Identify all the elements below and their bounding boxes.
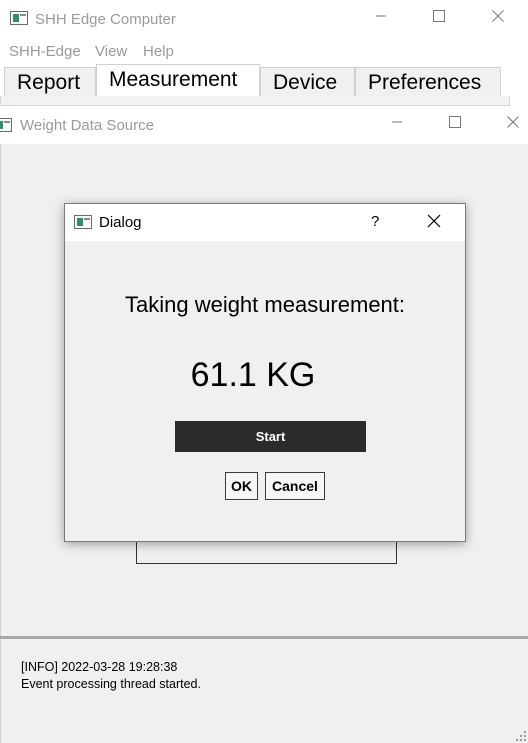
log-line: Event processing thread started.: [21, 677, 201, 691]
main-titlebar: SHH Edge Computer: [0, 0, 528, 38]
tab-panel-edge: [0, 96, 510, 106]
close-icon[interactable]: [483, 8, 513, 28]
tab-report[interactable]: Report: [4, 67, 96, 99]
app-icon: [10, 11, 28, 25]
menu-shh-edge[interactable]: SHH-Edge: [9, 43, 81, 60]
dialog-close-icon[interactable]: [427, 214, 441, 233]
weight-value: 61.1 KG: [190, 356, 316, 394]
menu-help[interactable]: Help: [143, 43, 174, 60]
sub-window-title: Weight Data Source: [20, 117, 154, 134]
sub-window-titlebar: Weight Data Source: [0, 106, 528, 144]
measurement-message: Taking weight measurement:: [124, 292, 406, 317]
tab-measurement[interactable]: Measurement: [96, 64, 260, 100]
main-window-title: SHH Edge Computer: [35, 11, 176, 28]
sub-minimize-icon[interactable]: [382, 114, 412, 134]
start-button[interactable]: Start: [175, 421, 366, 452]
tab-device[interactable]: Device: [260, 67, 355, 99]
dialog-icon: [74, 215, 92, 229]
tab-bar: Report Measurement Device Preferences: [0, 64, 528, 100]
menubar: SHH-Edge View Help: [0, 38, 528, 64]
resize-grip[interactable]: [514, 729, 526, 741]
log-line: [INFO] 2022-03-28 19:28:38: [21, 660, 178, 674]
sub-close-icon[interactable]: [498, 114, 528, 134]
sub-maximize-icon[interactable]: [440, 114, 470, 134]
menu-view[interactable]: View: [95, 43, 127, 60]
cancel-button[interactable]: Cancel: [265, 472, 325, 500]
dialog-title: Dialog: [99, 214, 142, 231]
help-icon[interactable]: ?: [371, 213, 379, 230]
ok-button[interactable]: OK: [225, 472, 258, 500]
log-panel: [INFO] 2022-03-28 19:28:38 Event process…: [1, 639, 528, 743]
maximize-icon[interactable]: [424, 8, 454, 28]
tab-preferences[interactable]: Preferences: [355, 67, 501, 99]
dialog-titlebar: Dialog ?: [65, 204, 465, 241]
minimize-icon[interactable]: [366, 8, 396, 28]
sub-window-icon: [0, 118, 12, 132]
